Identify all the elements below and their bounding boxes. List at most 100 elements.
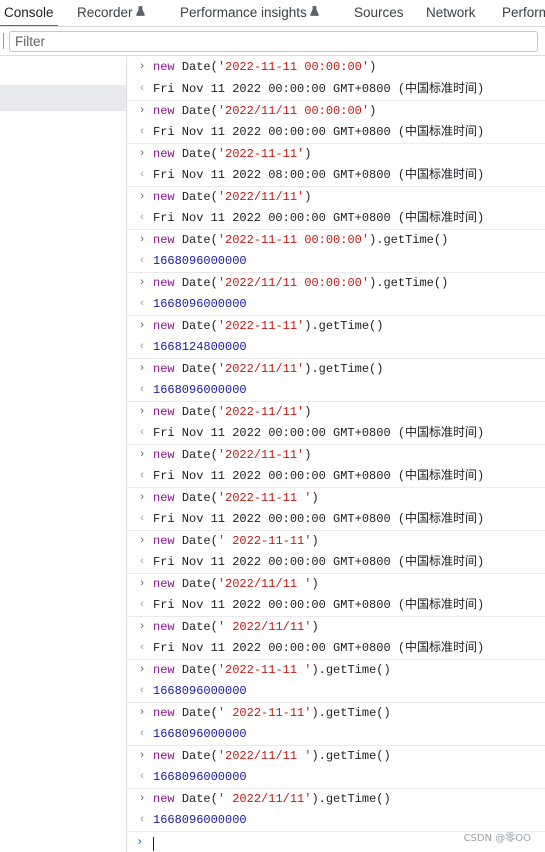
- code-string-argument: '2022-11/11': [217, 405, 305, 419]
- tab-recorder[interactable]: Recorder: [77, 0, 145, 26]
- code-constructor: Date(: [181, 792, 218, 806]
- result-value: Fri Nov 11 2022 08:00:00 GMT+0800 (中国标准时…: [153, 167, 485, 182]
- input-chevron-icon: ›: [138, 750, 146, 762]
- console-result-row[interactable]: ‹ 1668124800000: [127, 337, 545, 359]
- result-chevron-icon: ‹: [138, 684, 146, 697]
- code-constructor: Date(: [181, 147, 218, 161]
- console-input-row[interactable]: › new Date(' 2022/11/11').getTime(): [127, 788, 545, 810]
- console-result-row[interactable]: ‹ Fri Nov 11 2022 08:00:00 GMT+0800 (中国标准…: [127, 165, 545, 187]
- code-string-argument: ' 2022/11/11': [217, 620, 312, 634]
- code-string-argument: ' 2022/11/11': [217, 792, 312, 806]
- result-value: Fri Nov 11 2022 00:00:00 GMT+0800 (中国标准时…: [153, 124, 485, 139]
- console-input-row[interactable]: › new Date('2022/11/11 00:00:00'): [127, 100, 545, 122]
- console-result-row[interactable]: ‹ 1668096000000: [127, 251, 545, 273]
- code-keyword: new: [153, 792, 175, 806]
- code-constructor: Date(: [181, 663, 218, 677]
- console-result-row[interactable]: ‹ 1668096000000: [127, 767, 545, 789]
- filter-box[interactable]: [9, 31, 538, 52]
- code-suffix: ).getTime(): [311, 663, 391, 677]
- console-input-row[interactable]: › new Date('2022-11/11'): [127, 401, 545, 423]
- console-input-row[interactable]: › new Date('2022/11/11 ').getTime(): [127, 745, 545, 767]
- code-constructor: Date(: [181, 491, 218, 505]
- result-value: Fri Nov 11 2022 00:00:00 GMT+0800 (中国标准时…: [153, 81, 485, 96]
- console-input-row[interactable]: › new Date('2022/11/11'): [127, 186, 545, 208]
- code-suffix: ): [311, 577, 319, 591]
- result-value: 1668096000000: [153, 769, 247, 784]
- console-result-row[interactable]: ‹ 1668096000000: [127, 681, 545, 703]
- console-sidebar: [0, 57, 127, 852]
- console-input-row[interactable]: › new Date('2022/11/11 '): [127, 573, 545, 595]
- tab-performance-insights[interactable]: Performance insights: [180, 0, 319, 26]
- code-keyword: new: [153, 706, 175, 720]
- console-result-row[interactable]: ‹ Fri Nov 11 2022 00:00:00 GMT+0800 (中国标准…: [127, 466, 545, 488]
- code-string-argument: ' 2022-11-11': [217, 534, 312, 548]
- tab-network[interactable]: Network: [426, 0, 476, 26]
- console-input-row[interactable]: › new Date('2022/11-11'): [127, 444, 545, 466]
- code-keyword: new: [153, 448, 175, 462]
- prompt-chevron-icon: ›: [136, 835, 144, 849]
- console-result-row[interactable]: ‹ Fri Nov 11 2022 00:00:00 GMT+0800 (中国标准…: [127, 509, 545, 531]
- console-input-row[interactable]: › new Date(' 2022-11-11').getTime(): [127, 702, 545, 724]
- console-result-row[interactable]: ‹ 1668096000000: [127, 294, 545, 316]
- result-chevron-icon: ‹: [138, 813, 146, 826]
- console-result-row[interactable]: ‹ 1668096000000: [127, 810, 545, 832]
- code-string-argument: '2022-11-11 00:00:00': [217, 60, 370, 74]
- sidebar-toggle-button[interactable]: [0, 33, 4, 49]
- input-chevron-icon: ›: [138, 320, 146, 332]
- console-input-row[interactable]: › new Date('2022-11-11 00:00:00'): [127, 57, 545, 79]
- input-chevron-icon: ›: [138, 793, 146, 805]
- result-value: Fri Nov 11 2022 00:00:00 GMT+0800 (中国标准时…: [153, 468, 485, 483]
- console-result-row[interactable]: ‹ Fri Nov 11 2022 00:00:00 GMT+0800 (中国标准…: [127, 638, 545, 660]
- tab-label: Performance insights: [180, 5, 307, 20]
- console-result-row[interactable]: ‹ Fri Nov 11 2022 00:00:00 GMT+0800 (中国标准…: [127, 79, 545, 101]
- input-chevron-icon: ›: [138, 621, 146, 633]
- result-value: Fri Nov 11 2022 00:00:00 GMT+0800 (中国标准时…: [153, 511, 485, 526]
- code-string-argument: '2022/11/11 00:00:00': [217, 276, 370, 290]
- tab-perform[interactable]: Perform: [502, 0, 545, 26]
- console-result-row[interactable]: ‹ 1668096000000: [127, 380, 545, 402]
- code-suffix: ): [304, 147, 312, 161]
- tab-sources[interactable]: Sources: [354, 0, 404, 26]
- result-chevron-icon: ‹: [138, 168, 146, 181]
- code-keyword: new: [153, 276, 175, 290]
- code-constructor: Date(: [181, 276, 218, 290]
- tab-console[interactable]: Console: [0, 0, 58, 26]
- filter-input[interactable]: [10, 32, 537, 51]
- console-result-row[interactable]: ‹ Fri Nov 11 2022 00:00:00 GMT+0800 (中国标准…: [127, 552, 545, 574]
- console-input-row[interactable]: › new Date('2022-11-11 00:00:00').getTime…: [127, 229, 545, 251]
- console-input-row[interactable]: › new Date('2022-11-11 ').getTime(): [127, 659, 545, 681]
- console-input-row[interactable]: › new Date('2022-11-11'): [127, 143, 545, 165]
- console-result-row[interactable]: ‹ Fri Nov 11 2022 00:00:00 GMT+0800 (中国标准…: [127, 208, 545, 230]
- code-string-argument: '2022-11-11 ': [217, 491, 312, 505]
- console-messages[interactable]: › new Date('2022-11-11 00:00:00') ‹ Fri Nov…: [127, 57, 545, 852]
- result-chevron-icon: ‹: [138, 641, 146, 654]
- experiment-flask-icon: [135, 0, 145, 24]
- console-result-row[interactable]: ‹ Fri Nov 11 2022 00:00:00 GMT+0800 (中国标准…: [127, 595, 545, 617]
- console-result-row[interactable]: ‹ 1668096000000: [127, 724, 545, 746]
- code-string-argument: '2022/11/11 ': [217, 577, 312, 591]
- code-suffix: ): [311, 620, 319, 634]
- console-input-row[interactable]: › new Date('2022/11/11').getTime(): [127, 358, 545, 380]
- console-input-row[interactable]: › new Date('2022-11-11 '): [127, 487, 545, 509]
- console-input-row[interactable]: › new Date(' 2022/11/11'): [127, 616, 545, 638]
- code-suffix: ): [304, 405, 312, 419]
- code-constructor: Date(: [181, 104, 218, 118]
- result-value: Fri Nov 11 2022 00:00:00 GMT+0800 (中国标准时…: [153, 425, 485, 440]
- input-chevron-icon: ›: [138, 578, 146, 590]
- console-input-row[interactable]: › new Date('2022-11-11').getTime(): [127, 315, 545, 337]
- console-result-row[interactable]: ‹ Fri Nov 11 2022 00:00:00 GMT+0800 (中国标准…: [127, 423, 545, 445]
- console-input-row[interactable]: › new Date('2022/11/11 00:00:00').getTime…: [127, 272, 545, 294]
- console-input-row[interactable]: › new Date(' 2022-11-11'): [127, 530, 545, 552]
- console-result-row[interactable]: ‹ Fri Nov 11 2022 00:00:00 GMT+0800 (中国标准…: [127, 122, 545, 144]
- code-string-argument: '2022-11-11 00:00:00': [217, 233, 370, 247]
- result-chevron-icon: ‹: [138, 770, 146, 783]
- code-keyword: new: [153, 60, 175, 74]
- result-chevron-icon: ‹: [138, 512, 146, 525]
- sidebar-selected-item[interactable]: [0, 85, 126, 111]
- code-suffix: ).getTime(): [304, 319, 384, 333]
